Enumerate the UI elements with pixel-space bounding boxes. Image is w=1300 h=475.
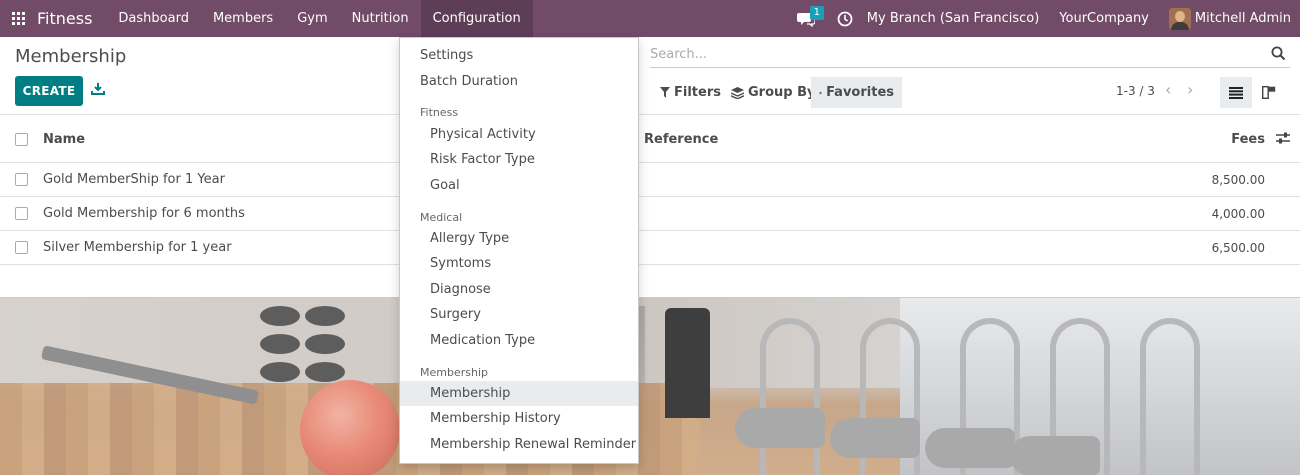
menu-item-batch-duration[interactable]: Batch Duration bbox=[400, 69, 638, 94]
menu-item-symtoms[interactable]: Symtoms bbox=[400, 251, 638, 276]
menu-item-medication-type[interactable]: Medication Type bbox=[400, 328, 638, 353]
menu-item-settings[interactable]: Settings bbox=[400, 43, 638, 68]
row-name: Gold Membership for 6 months bbox=[43, 206, 245, 221]
row-fees: 8,500.00 bbox=[1211, 172, 1265, 187]
column-name-header[interactable]: Name bbox=[43, 132, 85, 147]
branch-switcher[interactable]: My Branch (San Francisco) bbox=[867, 11, 1039, 26]
menu-dashboard[interactable]: Dashboard bbox=[106, 0, 201, 37]
user-menu[interactable]: Mitchell Admin bbox=[1195, 11, 1291, 26]
table-header: Name Reference Fees bbox=[0, 116, 1300, 163]
menu-gym[interactable]: Gym bbox=[285, 0, 339, 37]
layers-icon bbox=[731, 86, 744, 99]
row-checkbox[interactable] bbox=[15, 241, 28, 254]
optional-columns-icon[interactable] bbox=[1276, 132, 1290, 148]
configuration-dropdown: Settings Batch Duration Fitness Physical… bbox=[399, 37, 639, 464]
menu-item-diagnose[interactable]: Diagnose bbox=[400, 277, 638, 302]
search-input[interactable] bbox=[650, 42, 1250, 66]
search-bar bbox=[650, 42, 1290, 68]
section-header-membership: Membership bbox=[420, 366, 488, 379]
control-panel: Membership CREATE Filters Group By Favor… bbox=[0, 37, 1300, 115]
row-checkbox[interactable] bbox=[15, 173, 28, 186]
groupby-label: Group By bbox=[748, 85, 816, 100]
page-title: Membership bbox=[15, 46, 127, 67]
groupby-button[interactable]: Group By bbox=[723, 77, 823, 108]
row-fees: 6,500.00 bbox=[1211, 240, 1265, 255]
pager-next-icon[interactable]: › bbox=[1187, 82, 1193, 98]
filters-button[interactable]: Filters bbox=[652, 77, 729, 108]
menu-item-membership[interactable]: Membership bbox=[400, 381, 638, 406]
create-button[interactable]: CREATE bbox=[15, 76, 83, 106]
menu-nutrition[interactable]: Nutrition bbox=[340, 0, 421, 37]
filter-icon bbox=[660, 87, 670, 98]
menu-configuration[interactable]: Configuration bbox=[420, 0, 533, 37]
menu-members[interactable]: Members bbox=[201, 0, 285, 37]
table-row[interactable]: Silver Membership for 1 year 6,500.00 bbox=[0, 231, 1300, 265]
search-icon[interactable] bbox=[1271, 46, 1286, 65]
pager-previous-icon[interactable]: ‹ bbox=[1165, 82, 1171, 98]
membership-list: Name Reference Fees Gold MemberShip for … bbox=[0, 116, 1300, 265]
gym-background-image bbox=[0, 297, 1300, 475]
company-switcher[interactable]: YourCompany bbox=[1059, 11, 1149, 26]
select-all-checkbox[interactable] bbox=[15, 133, 28, 146]
pager-value[interactable]: 1-3 / 3 bbox=[1116, 84, 1155, 98]
favorites-label: Favorites bbox=[826, 85, 894, 100]
column-fees-header[interactable]: Fees bbox=[1231, 132, 1265, 147]
menu-item-membership-history[interactable]: Membership History bbox=[400, 406, 638, 431]
section-header-medical: Medical bbox=[420, 211, 463, 224]
menu-item-allergy-type[interactable]: Allergy Type bbox=[400, 226, 638, 251]
table-row[interactable]: Gold Membership for 6 months 4,000.00 bbox=[0, 197, 1300, 231]
menu-item-goal[interactable]: Goal bbox=[400, 173, 638, 198]
activity-clock-icon[interactable] bbox=[833, 0, 857, 37]
top-navbar: Fitness Dashboard Members Gym Nutrition … bbox=[0, 0, 1300, 37]
column-reference-header[interactable]: Reference bbox=[644, 132, 718, 147]
filters-label: Filters bbox=[674, 85, 721, 100]
list-view-icon bbox=[1229, 86, 1243, 99]
star-icon bbox=[819, 90, 823, 94]
row-name: Gold MemberShip for 1 Year bbox=[43, 172, 225, 187]
table-row[interactable]: Gold MemberShip for 1 Year 8,500.00 bbox=[0, 163, 1300, 197]
row-checkbox[interactable] bbox=[15, 207, 28, 220]
download-icon[interactable] bbox=[91, 82, 107, 98]
messages-badge: 1 bbox=[809, 6, 824, 20]
favorites-button[interactable]: Favorites bbox=[811, 77, 902, 108]
list-view-button[interactable] bbox=[1220, 77, 1252, 108]
menu-item-surgery[interactable]: Surgery bbox=[400, 302, 638, 327]
row-fees: 4,000.00 bbox=[1211, 206, 1265, 221]
kanban-view-button[interactable] bbox=[1253, 77, 1285, 108]
menu-item-physical-activity[interactable]: Physical Activity bbox=[400, 122, 638, 147]
app-brand[interactable]: Fitness bbox=[37, 9, 92, 28]
messages-icon[interactable]: 1 bbox=[793, 0, 824, 37]
menu-item-membership-renewal-reminder[interactable]: Membership Renewal Reminder bbox=[400, 432, 638, 457]
apps-menu-icon[interactable] bbox=[0, 0, 36, 37]
row-name: Silver Membership for 1 year bbox=[43, 240, 232, 255]
user-avatar[interactable] bbox=[1168, 7, 1191, 30]
menu-item-risk-factor-type[interactable]: Risk Factor Type bbox=[400, 147, 638, 172]
kanban-view-icon bbox=[1262, 86, 1276, 99]
section-header-fitness: Fitness bbox=[420, 106, 459, 119]
